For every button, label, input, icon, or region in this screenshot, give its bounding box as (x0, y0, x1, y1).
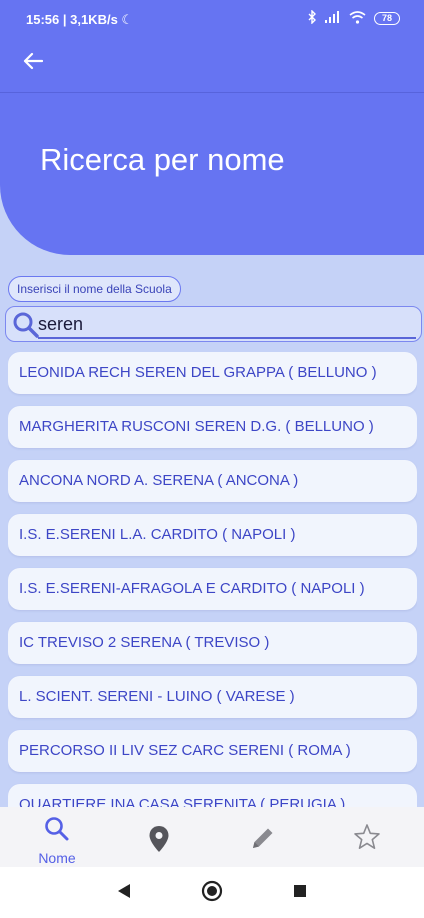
nav-item-edit[interactable] (223, 807, 303, 867)
app-header: 15:56 | 3,1KB/s ☾ 78 Ricerca per nome (0, 0, 424, 255)
result-item[interactable]: MARGHERITA RUSCONI SEREN D.G. ( BELLUNO … (8, 406, 417, 448)
bottom-navigation: Nome (0, 807, 424, 867)
nav-item-favorites[interactable] (327, 807, 407, 867)
status-bar: 15:56 | 3,1KB/s ☾ 78 (0, 0, 424, 38)
nav-item-location[interactable] (119, 807, 199, 867)
result-item[interactable]: I.S. E.SERENI-AFRAGOLA E CARDITO ( NAPOL… (8, 568, 417, 610)
pencil-icon (250, 825, 276, 856)
search-box[interactable] (5, 306, 422, 342)
system-back-button[interactable] (112, 881, 136, 905)
search-input[interactable] (38, 311, 416, 337)
results-list[interactable]: LEONIDA RECH SEREN DEL GRAPPA ( BELLUNO … (8, 352, 417, 807)
result-item[interactable]: PERCORSO II LIV SEZ CARC SERENI ( ROMA ) (8, 730, 417, 772)
system-home-button[interactable] (200, 880, 224, 907)
result-item[interactable]: QUARTIERE INA CASA SERENITA ( PERUGIA ) (8, 784, 417, 807)
square-recents-icon (293, 884, 307, 903)
search-icon (43, 815, 71, 848)
wifi-icon (349, 10, 366, 27)
nav-item-nome[interactable]: Nome (17, 807, 97, 867)
result-item[interactable]: ANCONA NORD A. SERENA ( ANCONA ) (8, 460, 417, 502)
status-time: 15:56 | 3,1KB/s ☾ (26, 12, 134, 27)
triangle-back-icon (117, 883, 131, 904)
search-underline (38, 337, 416, 339)
result-item[interactable]: I.S. E.SERENI L.A. CARDITO ( NAPOLI ) (8, 514, 417, 556)
bluetooth-icon (308, 9, 317, 27)
home-circle-icon (201, 880, 223, 907)
battery-indicator: 78 (374, 12, 400, 25)
app-screen: 15:56 | 3,1KB/s ☾ 78 Ricerca per nome In… (0, 0, 424, 918)
back-button[interactable] (18, 50, 48, 76)
nav-item-label: Nome (38, 850, 76, 866)
header-divider (0, 92, 424, 93)
arrow-left-icon (23, 52, 44, 75)
search-icon (12, 311, 40, 339)
star-icon (353, 823, 381, 856)
status-icons: 78 (308, 9, 400, 27)
result-item[interactable]: LEONIDA RECH SEREN DEL GRAPPA ( BELLUNO … (8, 352, 417, 394)
search-field-label: Inserisci il nome della Scuola (8, 276, 181, 302)
result-item[interactable]: L. SCIENT. SERENI - LUINO ( VARESE ) (8, 676, 417, 718)
system-navigation-bar (0, 867, 424, 918)
result-item[interactable]: IC TREVISO 2 SERENA ( TREVISO ) (8, 622, 417, 664)
signal-icon (325, 11, 341, 26)
system-recents-button[interactable] (288, 881, 312, 905)
location-pin-icon (148, 825, 170, 858)
page-title: Ricerca per nome (40, 142, 285, 177)
